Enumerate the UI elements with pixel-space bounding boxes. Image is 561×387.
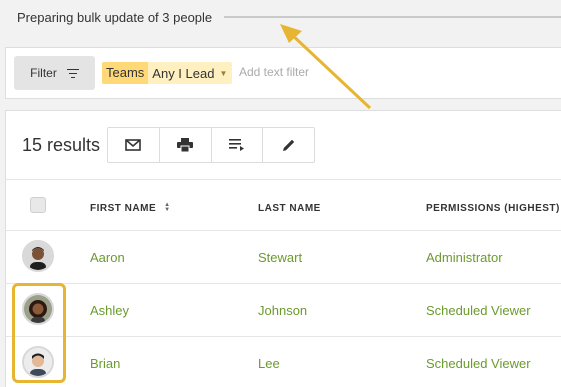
edit-button[interactable] xyxy=(263,128,314,162)
avatar xyxy=(22,240,54,272)
first-name-cell[interactable]: Brian xyxy=(90,356,120,371)
column-header-permissions[interactable]: PERMISSIONS (HIGHEST) xyxy=(426,203,560,214)
first-name-cell[interactable]: Aaron xyxy=(90,250,125,265)
print-button[interactable] xyxy=(160,128,212,162)
sort-icon: ▲ ▼ xyxy=(164,202,171,214)
last-name-cell[interactable]: Lee xyxy=(258,356,280,371)
last-name-cell[interactable]: Johnson xyxy=(258,303,307,318)
sort-button[interactable] xyxy=(212,128,264,162)
column-header-first-name[interactable]: FIRST NAME ▲ ▼ xyxy=(90,202,171,214)
teams-filter-chip[interactable]: Teams Any I Lead ▼ xyxy=(102,62,233,84)
print-icon xyxy=(177,138,194,152)
table-row[interactable]: Brian Lee Scheduled Viewer xyxy=(6,337,561,387)
permissions-cell[interactable]: Administrator xyxy=(426,250,503,265)
results-count: 15 results xyxy=(22,135,101,155)
callout-arrow-icon xyxy=(280,24,372,110)
mail-icon xyxy=(125,139,142,151)
chip-value-dropdown[interactable]: Any I Lead ▼ xyxy=(148,62,233,84)
first-name-header-label: FIRST NAME xyxy=(90,203,157,214)
column-header-last-name[interactable]: LAST NAME xyxy=(258,203,321,214)
last-name-cell[interactable]: Stewart xyxy=(258,250,302,265)
filter-button-label: Filter xyxy=(30,66,57,80)
results-panel: 15 results FIRST NAME ▲ ▼ LAST NAME PERM… xyxy=(5,110,561,387)
first-name-cell[interactable]: Ashley xyxy=(90,303,129,318)
chip-key: Teams xyxy=(102,62,149,84)
progress-message: Preparing bulk update of 3 people xyxy=(17,9,213,25)
chip-value: Any I Lead xyxy=(152,65,215,81)
sort-list-icon xyxy=(228,139,244,151)
table-row[interactable]: Aaron Stewart Administrator xyxy=(6,231,561,284)
permissions-cell[interactable]: Scheduled Viewer xyxy=(426,303,531,318)
filter-icon xyxy=(66,68,79,78)
table-row[interactable]: Ashley Johnson Scheduled Viewer xyxy=(6,284,561,337)
table-header: FIRST NAME ▲ ▼ LAST NAME PERMISSIONS (HIGH… xyxy=(6,179,561,231)
chevron-down-icon: ▼ xyxy=(219,68,228,78)
select-all-checkbox[interactable] xyxy=(30,197,46,213)
selection-highlight xyxy=(12,283,66,383)
email-button[interactable] xyxy=(108,128,160,162)
permissions-cell[interactable]: Scheduled Viewer xyxy=(426,356,531,371)
bulk-action-toolbar xyxy=(107,127,315,163)
edit-icon xyxy=(282,139,294,151)
filter-button[interactable]: Filter xyxy=(14,56,95,90)
